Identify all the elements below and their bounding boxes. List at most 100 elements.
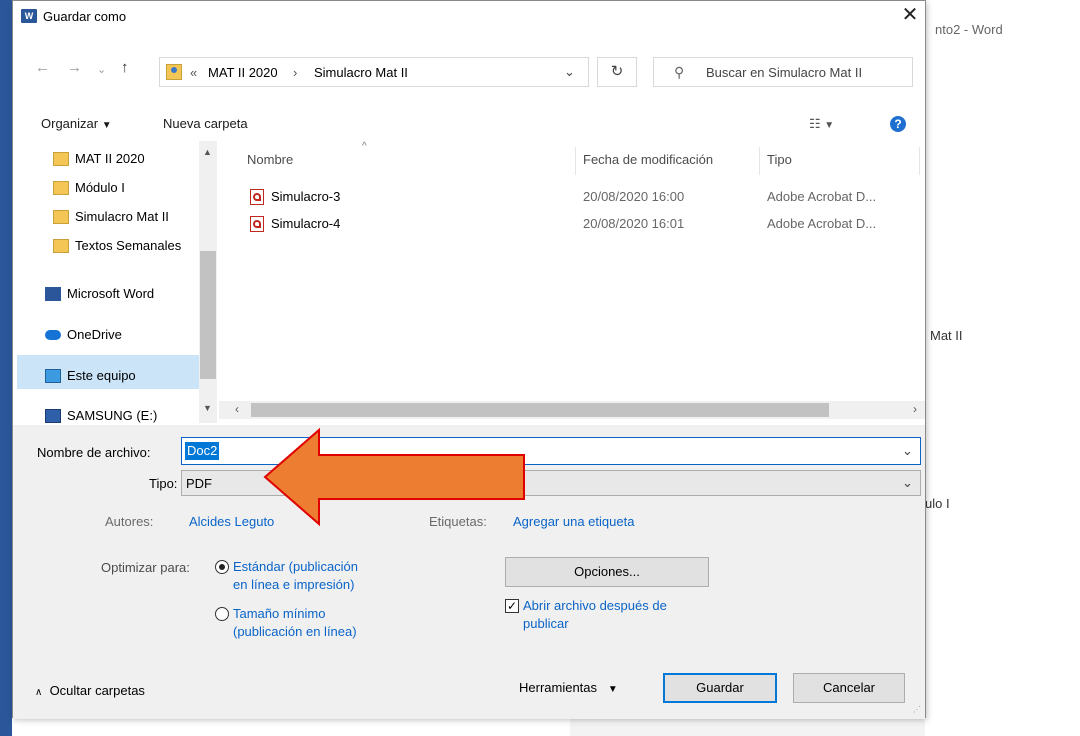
column-header-date[interactable]: Fecha de modificación xyxy=(583,152,713,167)
scroll-down-icon[interactable]: ▼ xyxy=(203,403,212,413)
file-date: 20/08/2020 16:01 xyxy=(583,216,685,231)
forward-arrow-icon: → xyxy=(67,59,82,76)
new-folder-button[interactable]: Nueva carpeta xyxy=(163,116,248,131)
computer-icon xyxy=(45,369,61,383)
cloud-icon xyxy=(45,330,61,340)
scroll-left-icon[interactable]: ‹ xyxy=(235,402,239,416)
search-box[interactable]: ⚲ Buscar en Simulacro Mat II xyxy=(653,57,913,87)
scrollbar-thumb[interactable] xyxy=(200,251,216,379)
view-list-icon: ☷ xyxy=(809,116,821,131)
tags-field[interactable]: Agregar una etiqueta xyxy=(513,514,634,529)
scroll-up-icon[interactable]: ▲ xyxy=(203,147,212,157)
drive-icon xyxy=(45,409,61,423)
close-icon: ✕ xyxy=(901,4,919,26)
column-divider[interactable] xyxy=(575,147,576,175)
close-button[interactable]: ✕ xyxy=(897,3,923,29)
annotation-arrow xyxy=(263,427,525,527)
authors-label: Autores: xyxy=(105,514,154,529)
dialog-title: Guardar como xyxy=(43,9,127,24)
forward-button[interactable]: → xyxy=(67,59,82,77)
refresh-icon: ↻ xyxy=(610,63,624,80)
open-after-checkbox[interactable]: ✓ xyxy=(505,599,519,613)
nav-item-label: Simulacro Mat II xyxy=(75,209,169,224)
resize-grip-icon[interactable]: ⋰ xyxy=(913,705,921,714)
hide-folders-label: Ocultar carpetas xyxy=(49,683,145,698)
chevron-down-icon[interactable]: ⌄ xyxy=(902,443,913,459)
file-list-pane: ^ Nombre Fecha de modificación Tipo Simu… xyxy=(219,141,925,423)
hide-folders-button[interactable]: ∧ Ocultar carpetas xyxy=(35,683,145,698)
scroll-right-icon[interactable]: › xyxy=(913,402,917,416)
organize-button[interactable]: Organizar ▼ xyxy=(41,116,112,131)
save-as-dialog: W Guardar como ✕ ← → ⌄ ↑ « MAT II 2020 ›… xyxy=(12,0,926,719)
nav-item-label: Este equipo xyxy=(67,368,136,383)
recent-locations-button[interactable]: ⌄ xyxy=(97,61,106,79)
dropdown-triangle-icon: ▼ xyxy=(824,120,835,131)
option-minimum-line2[interactable]: (publicación en línea) xyxy=(233,624,357,639)
nav-item-label: MAT II 2020 xyxy=(75,151,145,166)
breadcrumb-item[interactable]: Simulacro Mat II xyxy=(314,65,408,80)
filename-label: Nombre de archivo: xyxy=(37,445,151,460)
chevron-up-icon: ∧ xyxy=(35,687,43,698)
file-row[interactable]: Simulacro-4 20/08/2020 16:01 Adobe Acrob… xyxy=(219,214,925,234)
column-header-name[interactable]: Nombre xyxy=(247,152,293,167)
nav-item-label: SAMSUNG (E:) xyxy=(67,408,158,423)
radio-standard[interactable] xyxy=(215,560,229,574)
background-text: ulo I xyxy=(925,496,950,511)
nav-item-label: Textos Semanales xyxy=(75,238,182,253)
nav-item-label: Módulo I xyxy=(75,180,125,195)
column-header-type[interactable]: Tipo xyxy=(767,152,792,167)
word-icon xyxy=(45,287,61,301)
nav-pane-scrollbar[interactable]: ▲ ▼ xyxy=(199,141,217,423)
dropdown-triangle-icon: ▼ xyxy=(101,120,112,131)
view-options-button[interactable]: ☷ ▼ xyxy=(809,116,834,132)
breadcrumb-item[interactable]: MAT II 2020 xyxy=(208,65,278,80)
open-after-label-line1[interactable]: Abrir archivo después de xyxy=(523,598,667,613)
organize-label: Organizar xyxy=(41,116,99,131)
file-type-value: PDF xyxy=(186,476,212,491)
word-icon: W xyxy=(21,9,37,23)
breadcrumb-overflow[interactable]: « xyxy=(190,65,197,80)
arrow-shape xyxy=(263,427,525,527)
file-list-horizontal-scrollbar[interactable]: ‹ › xyxy=(219,401,925,419)
pdf-file-icon xyxy=(250,189,264,205)
file-type: Adobe Acrobat D... xyxy=(767,189,877,204)
up-button[interactable]: ↑ xyxy=(121,59,129,77)
word-background-area xyxy=(925,0,1080,736)
folder-icon xyxy=(53,181,69,195)
option-standard-line2[interactable]: en línea e impresión) xyxy=(233,577,354,592)
address-bar[interactable]: « MAT II 2020 › Simulacro Mat II ⌄ xyxy=(159,57,589,87)
nav-item-label: Microsoft Word xyxy=(67,286,155,301)
file-name: Simulacro-3 xyxy=(271,189,341,204)
navigation-pane: MAT II 2020 Módulo I Simulacro Mat II Te… xyxy=(13,141,218,423)
up-arrow-icon: ↑ xyxy=(121,59,129,76)
cancel-button[interactable]: Cancelar xyxy=(793,673,905,703)
tools-menu[interactable]: Herramientas ▼ xyxy=(519,680,618,695)
help-button[interactable]: ? xyxy=(890,116,906,132)
type-label: Tipo: xyxy=(149,476,178,491)
address-dropdown-icon[interactable]: ⌄ xyxy=(564,64,575,80)
back-button[interactable]: ← xyxy=(35,59,50,77)
option-minimum-line1[interactable]: Tamaño mínimo xyxy=(233,606,325,621)
breadcrumb-separator-icon: › xyxy=(293,65,298,80)
dropdown-triangle-icon: ▼ xyxy=(607,684,618,695)
sync-folder-icon xyxy=(53,152,69,166)
scrollbar-thumb[interactable] xyxy=(251,403,829,417)
title-bar: W Guardar como ✕ xyxy=(13,1,925,31)
options-button[interactable]: Opciones... xyxy=(505,557,709,587)
save-button[interactable]: Guardar xyxy=(663,673,777,703)
column-divider[interactable] xyxy=(919,147,920,175)
refresh-button[interactable]: ↻ xyxy=(597,57,637,87)
chevron-down-icon[interactable]: ⌄ xyxy=(902,475,913,491)
back-arrow-icon: ← xyxy=(35,59,50,76)
file-type: Adobe Acrobat D... xyxy=(767,216,877,231)
background-text: Mat II xyxy=(930,328,963,343)
help-icon: ? xyxy=(894,117,902,131)
search-input[interactable]: Buscar en Simulacro Mat II xyxy=(706,65,862,80)
column-divider[interactable] xyxy=(759,147,760,175)
option-standard-line1[interactable]: Estándar (publicación xyxy=(233,559,358,574)
checkmark-icon: ✓ xyxy=(506,599,518,613)
word-window-title: nto2 - Word xyxy=(935,22,1003,37)
open-after-label-line2[interactable]: publicar xyxy=(523,616,569,631)
file-row[interactable]: Simulacro-3 20/08/2020 16:00 Adobe Acrob… xyxy=(219,187,925,207)
radio-minimum[interactable] xyxy=(215,607,229,621)
